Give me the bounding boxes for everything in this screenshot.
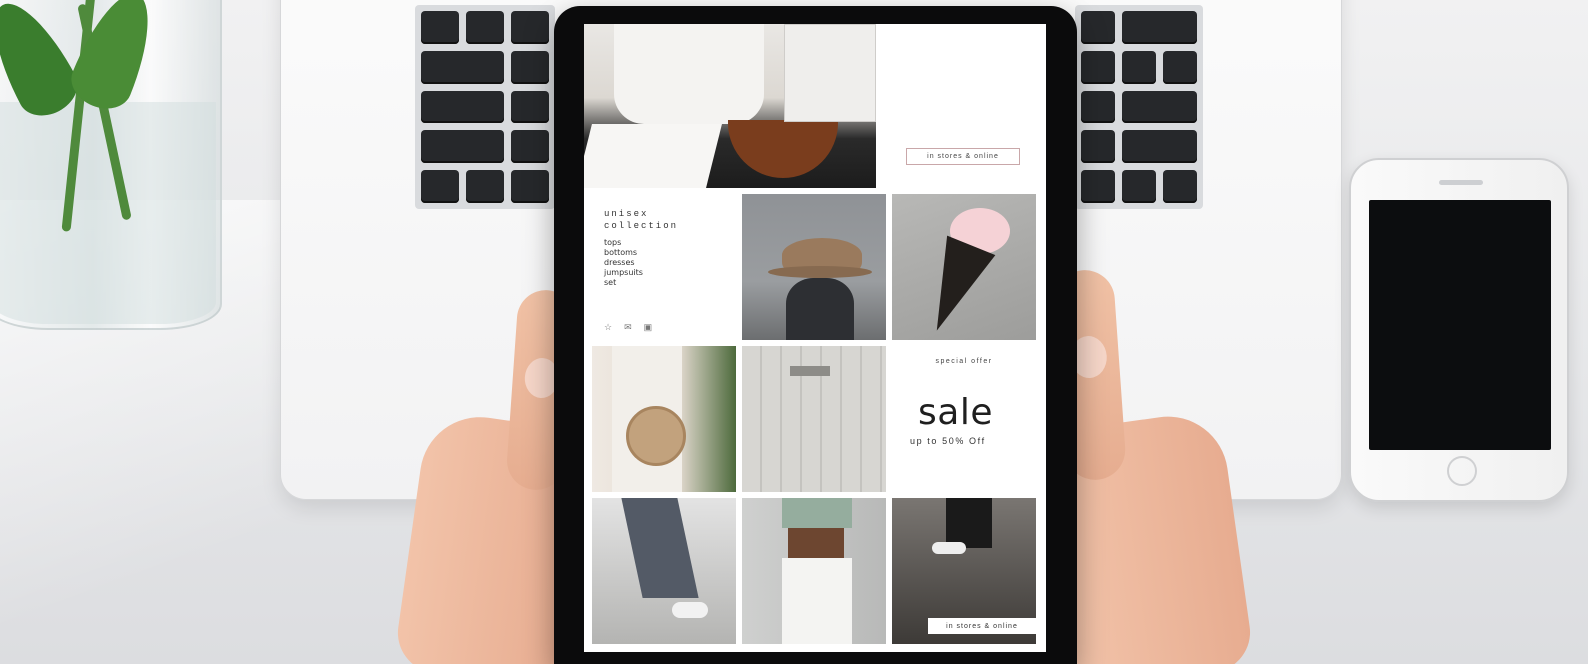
social-icons: ☆ ✉ ▣ [604, 322, 652, 333]
promo-headline: sale [918, 392, 993, 433]
list-item[interactable]: tops [604, 238, 643, 248]
collection-title-line2: collection [604, 221, 679, 231]
promo-eyebrow: special offer [935, 358, 993, 365]
white-pants [782, 558, 852, 644]
star-icon[interactable]: ☆ [604, 322, 612, 333]
shirt-sleeve [614, 24, 764, 124]
phone-speaker [1439, 180, 1483, 185]
model-photo [742, 498, 886, 644]
tied-top [782, 498, 852, 528]
collection-panel: unisex collection tops bottoms dresses j… [584, 194, 736, 344]
hat-photo [742, 194, 886, 340]
keyboard-right [1075, 5, 1203, 209]
shoulders [786, 278, 854, 340]
banner-photo [584, 24, 876, 188]
bag-photo [592, 346, 736, 492]
promo-panel: special offer sale up to 50% Off [892, 346, 1036, 492]
tablet-screen: in stores & online unisex collection top… [584, 24, 1046, 652]
smartphone [1349, 158, 1569, 502]
jeans-photo [592, 498, 736, 644]
cone [912, 235, 996, 340]
footer-cta[interactable]: in stores & online [928, 618, 1036, 634]
promo-subline: up to 50% Off [910, 436, 986, 446]
collection-list: tops bottoms dresses jumpsuits set [604, 238, 643, 288]
sneaker [932, 542, 966, 554]
bowl [728, 120, 838, 178]
tablet: in stores & online unisex collection top… [554, 6, 1077, 664]
hat-brim [768, 266, 872, 278]
water-glass [0, 0, 222, 330]
collection-title: unisex collection [604, 208, 678, 232]
vent [790, 366, 830, 376]
frame [784, 24, 876, 122]
round-bag [626, 406, 686, 466]
list-item[interactable]: jumpsuits [604, 268, 643, 278]
street-photo: in stores & online [892, 498, 1036, 644]
mail-icon[interactable]: ✉ [624, 322, 632, 333]
sneaker [672, 602, 708, 618]
list-item[interactable]: bottoms [604, 248, 643, 258]
garage-door-photo [742, 346, 886, 492]
banner-cta[interactable]: in stores & online [906, 148, 1020, 165]
list-item[interactable]: set [604, 278, 643, 288]
keyboard-left [415, 5, 555, 209]
phone-home-button [1447, 456, 1477, 486]
legs [946, 498, 992, 548]
jeans [621, 498, 699, 598]
notebook [584, 124, 722, 188]
midriff [788, 528, 844, 558]
flower-cone-photo [892, 194, 1036, 340]
phone-screen [1369, 200, 1551, 450]
bag-icon[interactable]: ▣ [644, 322, 653, 333]
banner-text-panel: in stores & online [876, 24, 1046, 188]
collection-title-line1: unisex [604, 209, 649, 219]
list-item[interactable]: dresses [604, 258, 643, 268]
